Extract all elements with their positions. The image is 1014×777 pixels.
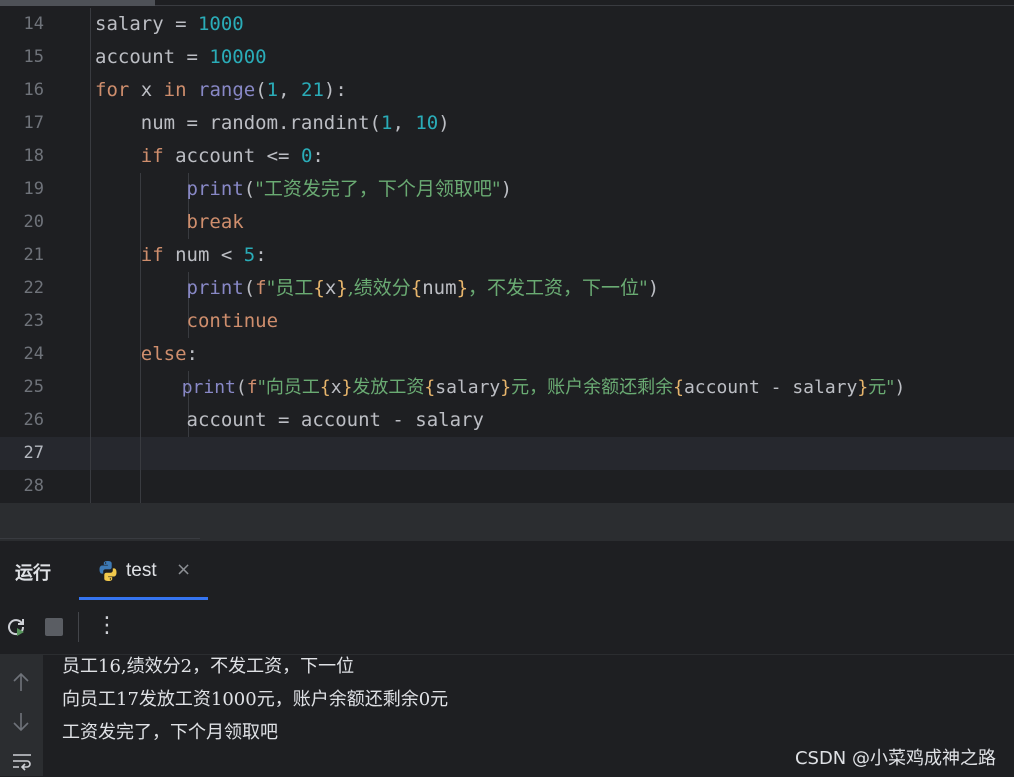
stop-icon[interactable] bbox=[45, 618, 63, 640]
tab-label: test bbox=[126, 560, 157, 581]
code-line: continue bbox=[186, 310, 279, 332]
code-editor[interactable]: 14 15 16 17 18 19 20 21 22 23 24 25 26 2… bbox=[0, 0, 1014, 503]
line-number: 28 bbox=[23, 476, 44, 496]
toolbar-divider bbox=[78, 612, 79, 642]
panel-splitter[interactable] bbox=[0, 503, 1014, 541]
run-tool-window-header: 运行 test × bbox=[0, 541, 1014, 599]
console-output[interactable]: 员工16,绩效分2，不发工资，下一位 向员工17发放工资1000元，账户余额还剩… bbox=[62, 655, 1014, 754]
close-icon[interactable]: × bbox=[176, 559, 191, 580]
line-number: 21 bbox=[23, 245, 44, 265]
code-line: else: bbox=[140, 343, 198, 365]
horizontal-scrollbar-thumb[interactable] bbox=[0, 0, 155, 6]
scroll-up-icon[interactable] bbox=[11, 671, 31, 697]
code-line: if num < 5: bbox=[140, 244, 267, 266]
code-line: salary = 1000 bbox=[95, 13, 244, 35]
rerun-icon[interactable] bbox=[5, 616, 27, 642]
line-number: 26 bbox=[23, 410, 44, 430]
horizontal-scrollbar-track bbox=[155, 5, 1014, 6]
line-number-gutter: 14 15 16 17 18 19 20 21 22 23 24 25 26 2… bbox=[0, 8, 72, 503]
line-number: 23 bbox=[23, 311, 44, 331]
line-number: 16 bbox=[23, 80, 44, 100]
scroll-down-icon[interactable] bbox=[11, 711, 31, 737]
code-line: account = account - salary bbox=[186, 409, 484, 431]
line-number: 14 bbox=[23, 14, 44, 34]
code-line: num = random.randint(1, 10) bbox=[140, 112, 450, 134]
line-number: 15 bbox=[23, 47, 44, 67]
line-number-current: 27 bbox=[23, 443, 44, 463]
run-panel-title: 运行 bbox=[15, 563, 51, 584]
python-icon bbox=[97, 560, 119, 586]
console-line: 员工16,绩效分2，不发工资，下一位 bbox=[62, 656, 355, 677]
code-line: print("工资发完了，下个月领取吧") bbox=[186, 178, 513, 200]
code-line: if account <= 0: bbox=[140, 145, 324, 167]
code-line: print(f"员工{x},绩效分{num}，不发工资，下一位") bbox=[186, 277, 660, 299]
console-line: 向员工17发放工资1000元，账户余额还剩余0元 bbox=[62, 689, 449, 710]
line-number: 24 bbox=[23, 344, 44, 364]
code-line: for x in range(1, 21): bbox=[95, 79, 347, 101]
line-number: 20 bbox=[23, 212, 44, 232]
code-line: print(f"向员工{x}发放工资{salary}元，账户余额还剩余{acco… bbox=[181, 377, 906, 398]
watermark: CSDN @小菜鸡成神之路 bbox=[794, 748, 996, 769]
splitter-line bbox=[0, 538, 200, 539]
line-number: 22 bbox=[23, 278, 44, 298]
line-number: 18 bbox=[23, 146, 44, 166]
line-number: 17 bbox=[23, 113, 44, 133]
gutter-divider bbox=[90, 8, 91, 503]
code-line: break bbox=[186, 211, 244, 233]
code-line: account = 10000 bbox=[95, 46, 267, 68]
line-number: 19 bbox=[23, 179, 44, 199]
line-number: 25 bbox=[23, 377, 44, 397]
more-options-icon[interactable]: ⋮ bbox=[96, 613, 118, 638]
code-line-current bbox=[95, 437, 1014, 470]
tab-test[interactable]: test × bbox=[80, 541, 207, 599]
code-lines[interactable]: salary = 1000 account = 10000 for x in r… bbox=[95, 8, 1014, 503]
soft-wrap-icon[interactable] bbox=[11, 751, 33, 777]
console-side-toolbar bbox=[0, 655, 43, 776]
run-toolbar: ⋮ bbox=[0, 600, 1014, 655]
